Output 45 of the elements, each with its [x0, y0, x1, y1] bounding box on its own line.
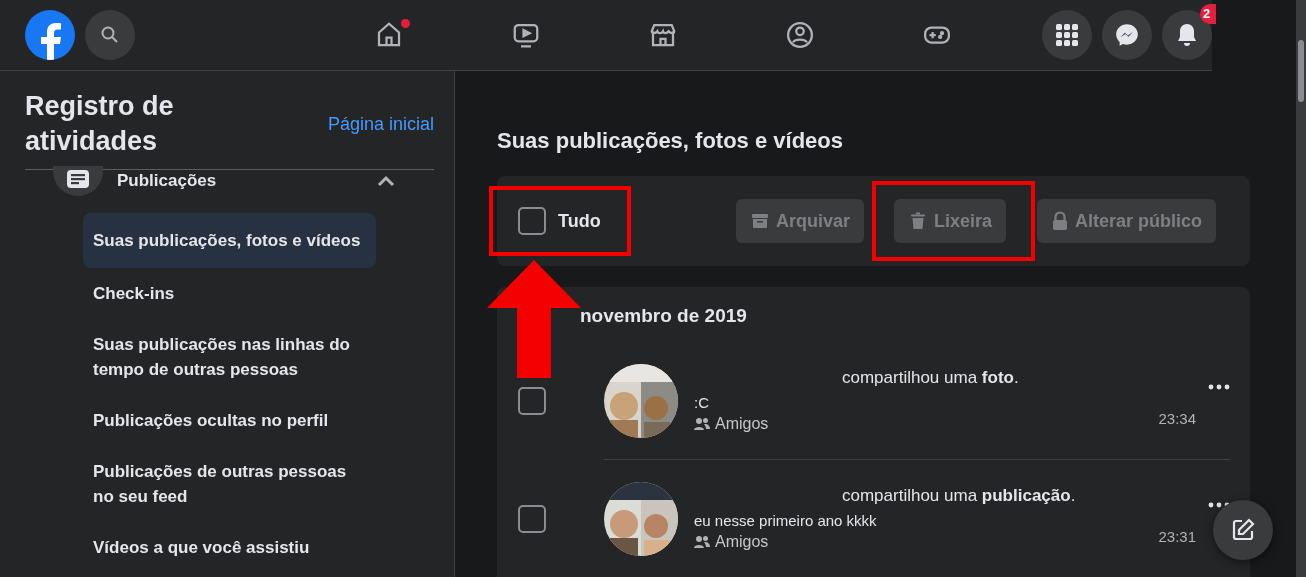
sidebar-item[interactable]: Publicações de outras pessoas no seu feed [83, 446, 376, 522]
section-label[interactable]: Publicações [117, 171, 376, 191]
more-icon[interactable] [1208, 383, 1230, 390]
friends-icon [694, 417, 710, 431]
posts-icon [53, 166, 103, 196]
post-time: 23:31 [1158, 528, 1196, 545]
archive-box-icon [749, 211, 770, 231]
people-icon [784, 20, 815, 50]
checkbox[interactable] [518, 505, 546, 533]
notifications-button[interactable] [1162, 10, 1212, 60]
post-time: 23:34 [1158, 410, 1196, 427]
date-heading: novembro de 2019 [579, 305, 748, 327]
audience-label: Amigos [715, 415, 769, 433]
search-icon [100, 25, 120, 45]
chevron-icon[interactable] [376, 174, 396, 188]
lock-icon [1050, 211, 1069, 231]
sidebar-item[interactable]: Vídeos a que você assistiu [83, 522, 376, 573]
page-title: Registro de atividades [25, 90, 175, 158]
more-icon[interactable] [1208, 501, 1230, 508]
audience-label: Amigos [715, 533, 769, 551]
notification-badge: 2 [1200, 4, 1216, 24]
messenger-button[interactable] [1102, 10, 1152, 60]
messenger-icon [1114, 22, 1140, 48]
post-caption: eu nesse primeiro ano kkkk [694, 512, 878, 529]
post-action: compartilhou uma foto. [842, 368, 1020, 388]
menu-button[interactable] [1042, 10, 1092, 60]
sidebar-item[interactable]: Check-ins [83, 268, 376, 319]
checkbox-label: Tudo [558, 210, 601, 232]
edit-icon [1231, 518, 1255, 542]
grid-menu-icon [1055, 23, 1079, 47]
post-caption: :C [694, 394, 710, 411]
logo[interactable] [25, 10, 75, 60]
search-button[interactable] [85, 10, 135, 60]
scrollbar[interactable] [1296, 0, 1306, 577]
home-link[interactable]: Página inicial [327, 113, 434, 135]
sidebar-item[interactable]: Suas publicações, fotos e vídeos [83, 213, 376, 268]
friends-icon [694, 535, 710, 549]
notification-dot [401, 19, 410, 28]
section-heading: Suas publicações, fotos e vídeos [497, 128, 844, 154]
checkbox[interactable] [518, 387, 546, 415]
bell-icon [1175, 22, 1199, 48]
post-action: compartilhou uma publicação. [842, 486, 1077, 506]
sidebar-item[interactable]: Suas publicações nas linhas do tempo de outras pessoas [83, 319, 376, 395]
checkbox[interactable] [518, 207, 546, 235]
sidebar-item[interactable]: Publicações ocultas no perfil [83, 395, 376, 446]
